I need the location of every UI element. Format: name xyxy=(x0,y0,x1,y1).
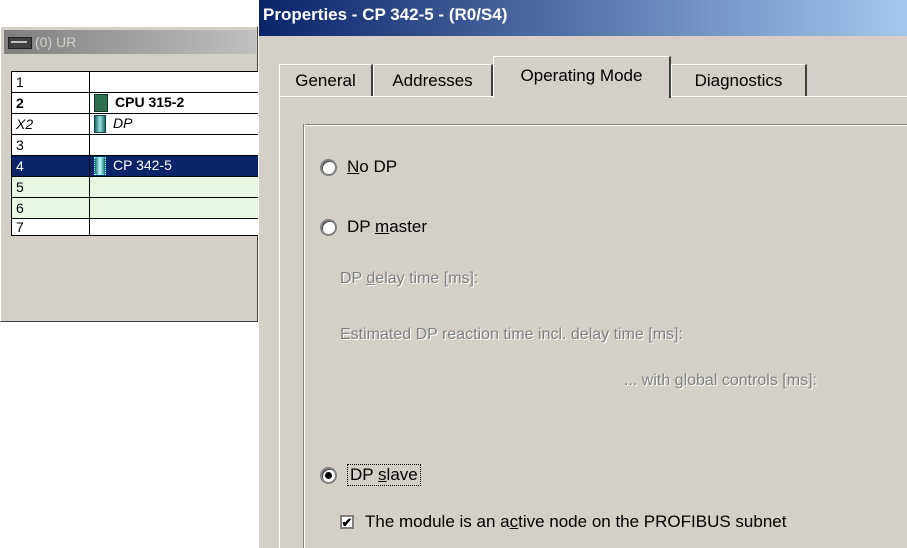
rack-row-6[interactable]: 6 xyxy=(11,197,260,219)
dp-slave-radio[interactable] xyxy=(320,466,337,484)
dp-slave-option[interactable]: DP slave xyxy=(320,464,421,486)
slot-number: 5 xyxy=(11,176,90,198)
rack-title: (0) UR xyxy=(35,34,77,50)
no-dp-radio[interactable] xyxy=(320,158,337,176)
dp-interface-icon xyxy=(94,115,106,134)
tab-diagnostics[interactable]: Diagnostics xyxy=(671,64,807,96)
cp-module-icon xyxy=(94,157,106,176)
module-cell: DP xyxy=(89,113,260,135)
rack-row-5[interactable]: 5 xyxy=(11,176,260,198)
rack-row-7[interactable]: 7 xyxy=(11,218,260,236)
slot-number: 4 xyxy=(11,155,90,177)
tab-addresses[interactable]: Addresses xyxy=(373,64,493,96)
reaction-time-label: Estimated DP reaction time incl. delay t… xyxy=(340,326,683,343)
rack-slot-table: 1 2 CPU 315-2 X2 DP 3 4 CP 342-5 5 6 7 xyxy=(11,71,260,236)
module-name: CP 342-5 xyxy=(113,156,172,173)
checkmark-icon: ✔ xyxy=(341,514,353,530)
module-name: CPU 315-2 xyxy=(115,93,185,110)
module-cell xyxy=(89,176,260,198)
slot-number: 6 xyxy=(11,197,90,219)
module-cell xyxy=(89,71,260,93)
group-left-edge-light xyxy=(304,124,305,548)
tab-operating-mode[interactable]: Operating Mode xyxy=(493,56,671,98)
module-cell xyxy=(89,218,260,236)
rack-titlebar[interactable]: (0) UR xyxy=(4,30,256,54)
global-controls-label: ... with global controls [ms]: xyxy=(624,372,817,389)
active-node-option[interactable]: ✔ The module is an active node on the PR… xyxy=(340,512,786,532)
rack-row-3[interactable]: 3 xyxy=(11,134,260,156)
slot-number: X2 xyxy=(11,113,90,135)
dp-slave-label: DP slave xyxy=(347,464,421,486)
rack-row-x2[interactable]: X2 DP xyxy=(11,113,260,135)
dp-delay-time-label: DP delay time [ms]: xyxy=(340,270,479,287)
no-dp-option[interactable]: No DP xyxy=(320,156,397,178)
dp-master-radio[interactable] xyxy=(320,218,337,236)
group-top-edge-light xyxy=(303,125,907,126)
active-node-label: The module is an active node on the PROF… xyxy=(365,512,787,531)
rack-window: (0) UR 1 2 CPU 315-2 X2 DP 3 4 CP 342-5 5 6 7 xyxy=(0,26,260,322)
module-cell xyxy=(89,197,260,219)
module-name: DP xyxy=(113,114,133,131)
no-dp-label: No DP xyxy=(347,157,398,176)
slot-number: 2 xyxy=(11,92,90,114)
cpu-module-icon xyxy=(94,94,108,113)
rack-row-1[interactable]: 1 xyxy=(11,71,260,93)
rack-row-2[interactable]: 2 CPU 315-2 xyxy=(11,92,260,114)
panel-left-edge xyxy=(279,96,280,548)
module-cell: CP 342-5 xyxy=(89,155,260,177)
module-cell xyxy=(89,134,260,156)
tab-general[interactable]: General xyxy=(279,64,373,96)
slot-number: 7 xyxy=(11,218,90,236)
rack-icon xyxy=(8,37,32,50)
dp-master-label: DP master xyxy=(347,217,428,236)
dp-master-option[interactable]: DP master xyxy=(320,216,427,238)
module-cell: CPU 315-2 xyxy=(89,92,260,114)
slot-number: 3 xyxy=(11,134,90,156)
slot-number: 1 xyxy=(11,71,90,93)
rack-row-4[interactable]: 4 CP 342-5 xyxy=(11,155,260,177)
dialog-titlebar[interactable]: Properties - CP 342-5 - (R0/S4) xyxy=(259,0,907,36)
active-node-checkbox[interactable]: ✔ xyxy=(340,515,354,529)
